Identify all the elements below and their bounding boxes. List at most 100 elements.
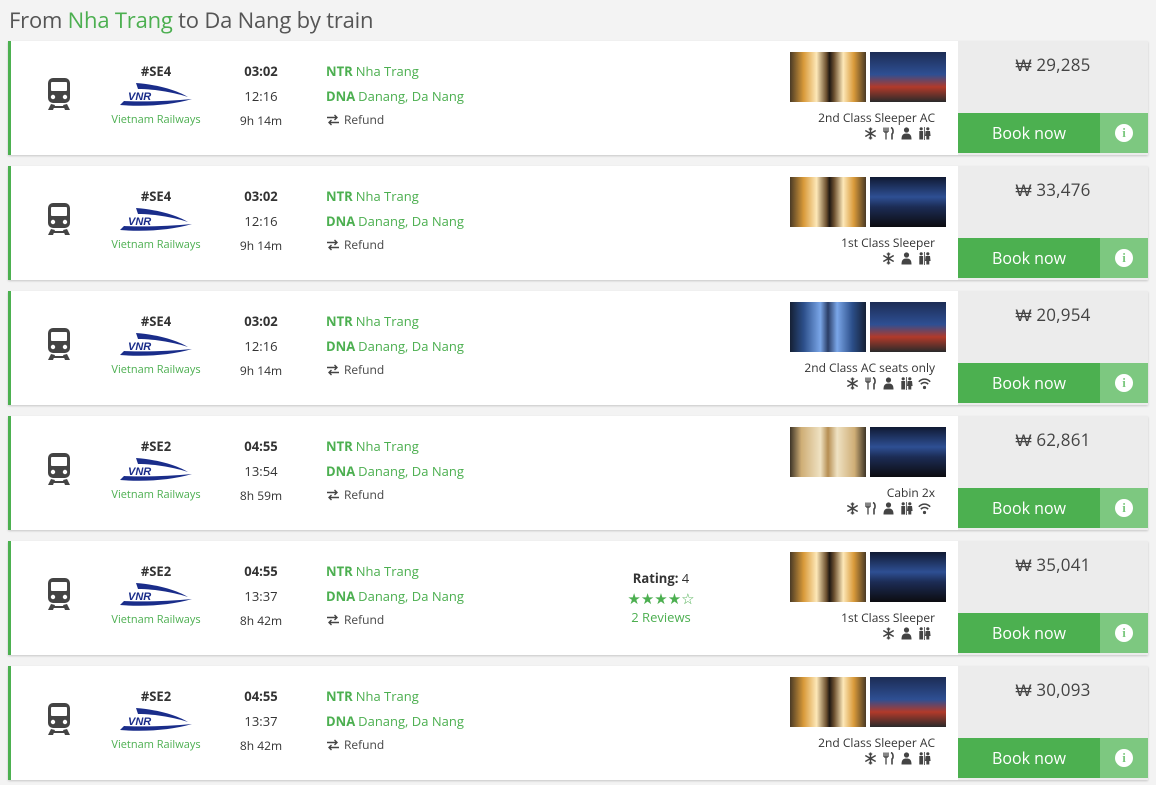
interior-photo[interactable] [790, 427, 866, 477]
to-station-code: DNA [326, 87, 356, 105]
from-station[interactable]: NTR Nha Trang [326, 61, 464, 86]
toilet-icon [901, 502, 913, 515]
to-station[interactable]: DNA Danang, Da Nang [326, 336, 464, 361]
operator-name[interactable]: Vietnam Railways [106, 737, 206, 752]
exchange-icon [327, 114, 339, 126]
exterior-photo[interactable] [870, 302, 946, 352]
from-station-name: Nha Trang [355, 187, 419, 205]
info-button[interactable]: i [1100, 113, 1148, 153]
amenities-list [864, 127, 931, 140]
refund-info[interactable]: Refund [326, 736, 464, 754]
refund-info[interactable]: Refund [326, 611, 464, 629]
price: ₩ 33,476 [1015, 178, 1091, 201]
exterior-photo[interactable] [870, 177, 946, 227]
info-button[interactable]: i [1100, 738, 1148, 778]
svg-text:VNR: VNR [128, 591, 151, 603]
operator-block: #SE4 VNR Vietnam Railways [106, 188, 206, 252]
title-from-city[interactable]: Nha Trang [68, 5, 173, 35]
book-now-button[interactable]: Book now [958, 488, 1100, 528]
svg-text:VNR: VNR [128, 91, 151, 103]
vnr-logo: VNR [120, 583, 192, 606]
times-block: 04:55 13:37 8h 42m [226, 561, 296, 631]
price-box: ₩ 33,476 Book now i [958, 166, 1148, 280]
from-station[interactable]: NTR Nha Trang [326, 311, 464, 336]
to-station-code: DNA [326, 587, 356, 605]
snowflake-icon [882, 627, 895, 640]
operator-name[interactable]: Vietnam Railways [106, 237, 206, 252]
from-station[interactable]: NTR Nha Trang [326, 436, 464, 461]
to-station[interactable]: DNA Danang, Da Nang [326, 86, 464, 111]
operator-name[interactable]: Vietnam Railways [106, 612, 206, 627]
interior-photo[interactable] [790, 52, 866, 102]
operator-name[interactable]: Vietnam Railways [106, 362, 206, 377]
train-icon [48, 78, 70, 110]
arrival-time: 12:16 [244, 337, 278, 355]
to-station[interactable]: DNA Danang, Da Nang [326, 711, 464, 736]
duration: 9h 14m [239, 112, 283, 129]
book-now-button[interactable]: Book now [958, 363, 1100, 403]
operator-name[interactable]: Vietnam Railways [106, 487, 206, 502]
utensils-icon [865, 502, 876, 515]
operator-name[interactable]: Vietnam Railways [106, 112, 206, 127]
seat-class: 1st Class Sleeper [841, 609, 935, 626]
interior-photo[interactable] [790, 677, 866, 727]
exterior-photo[interactable] [870, 52, 946, 102]
to-station[interactable]: DNA Danang, Da Nang [326, 211, 464, 236]
toilet-icon [919, 627, 931, 640]
from-station-name: Nha Trang [355, 312, 419, 330]
book-now-button[interactable]: Book now [958, 738, 1100, 778]
price: ₩ 20,954 [1015, 303, 1091, 326]
refund-label: Refund [344, 361, 385, 378]
info-button[interactable]: i [1100, 363, 1148, 403]
book-now-button[interactable]: Book now [958, 113, 1100, 153]
to-station[interactable]: DNA Danang, Da Nang [326, 586, 464, 611]
times-block: 03:02 12:16 9h 14m [226, 61, 296, 131]
from-station-name: Nha Trang [355, 62, 419, 80]
trip-card: #SE2 VNR Vietnam Railways 04:55 13:54 8h… [8, 416, 1148, 530]
interior-photo[interactable] [790, 177, 866, 227]
photo-strip [790, 52, 946, 104]
info-button[interactable]: i [1100, 238, 1148, 278]
operator-block: #SE2 VNR Vietnam Railways [106, 438, 206, 502]
exchange-icon [327, 364, 339, 376]
train-icon [48, 203, 70, 235]
train-icon [48, 453, 70, 485]
stations-block: NTR Nha Trang DNA Danang, Da Nang Refund [326, 61, 464, 129]
book-now-button[interactable]: Book now [958, 613, 1100, 653]
refund-info[interactable]: Refund [326, 361, 464, 379]
svg-text:VNR: VNR [128, 716, 151, 728]
arrival-time: 13:37 [244, 712, 278, 730]
rating-stars: ★★★★☆ [601, 590, 721, 608]
toilet-icon [919, 752, 931, 765]
refund-info[interactable]: Refund [326, 236, 464, 254]
rating-line: Rating: 4 [601, 569, 721, 587]
stations-block: NTR Nha Trang DNA Danang, Da Nang Refund [326, 436, 464, 504]
book-now-button[interactable]: Book now [958, 238, 1100, 278]
exterior-photo[interactable] [870, 552, 946, 602]
photo-strip [790, 302, 946, 354]
from-station[interactable]: NTR Nha Trang [326, 186, 464, 211]
stations-block: NTR Nha Trang DNA Danang, Da Nang Refund [326, 311, 464, 379]
interior-photo[interactable] [790, 552, 866, 602]
info-icon: i [1115, 249, 1133, 267]
stations-block: NTR Nha Trang DNA Danang, Da Nang Refund [326, 561, 464, 629]
train-number: #SE4 [140, 62, 172, 80]
train-icon [48, 703, 70, 735]
info-button[interactable]: i [1100, 488, 1148, 528]
refund-info[interactable]: Refund [326, 111, 464, 129]
from-station-code: NTR [326, 562, 353, 580]
from-station[interactable]: NTR Nha Trang [326, 686, 464, 711]
train-number: #SE2 [140, 687, 172, 705]
to-station-name: Danang, Da Nang [358, 337, 464, 355]
info-icon: i [1115, 374, 1133, 392]
refund-info[interactable]: Refund [326, 486, 464, 504]
exterior-photo[interactable] [870, 677, 946, 727]
exterior-photo[interactable] [870, 427, 946, 477]
utensils-icon [865, 377, 876, 390]
interior-photo[interactable] [790, 302, 866, 352]
info-button[interactable]: i [1100, 613, 1148, 653]
reviews-link[interactable]: 2 Reviews [601, 608, 721, 626]
snowflake-icon [864, 752, 877, 765]
from-station[interactable]: NTR Nha Trang [326, 561, 464, 586]
to-station[interactable]: DNA Danang, Da Nang [326, 461, 464, 486]
